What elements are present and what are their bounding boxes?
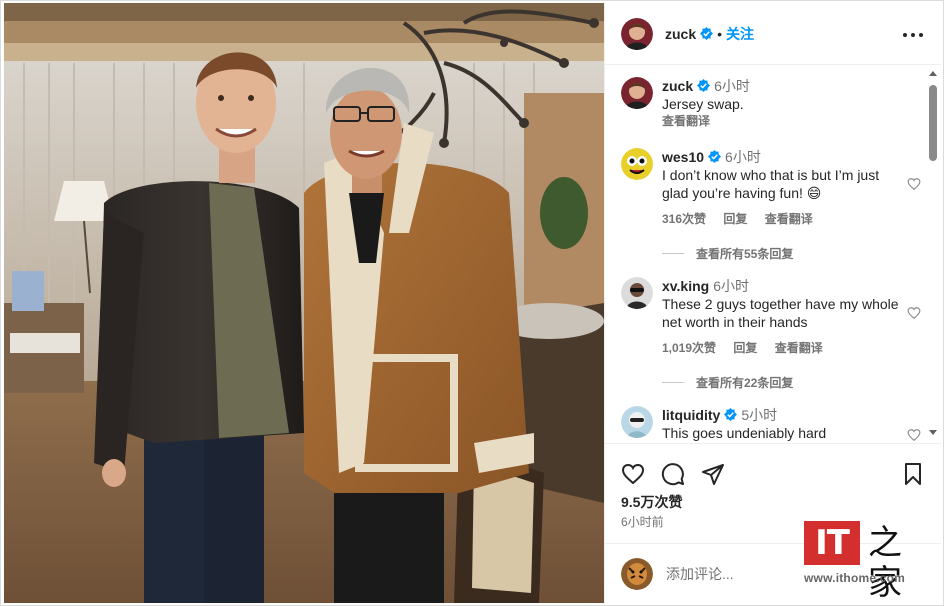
comment-meta: 316次赞 回复 查看翻译 (662, 211, 900, 227)
heart-icon[interactable] (621, 462, 645, 486)
comment-time[interactable]: 6小时 (725, 149, 761, 165)
comment-avatar[interactable] (621, 148, 653, 180)
avatar-image (621, 77, 653, 109)
comment-body: wes10 6小时 I don’t know who that is but I’… (662, 148, 900, 227)
comments-scrollbar[interactable] (927, 65, 939, 441)
scroll-up-arrow-icon[interactable] (929, 71, 937, 76)
watermark-url: www.ithome.com (804, 571, 906, 585)
caption-translate-link[interactable]: 查看翻译 (662, 113, 900, 129)
author-username[interactable]: zuck (665, 26, 696, 42)
post-photo[interactable] (4, 3, 604, 603)
replies-divider (662, 253, 684, 254)
post-details-panel: zuck • 关注 zuck 6小时 Jersey swap. 查看翻译 wes… (604, 3, 941, 603)
post-header: zuck • 关注 (605, 3, 941, 65)
comment-like-heart-icon[interactable] (907, 177, 921, 191)
caption: zuck 6小时 Jersey swap. 查看翻译 (621, 77, 921, 137)
send-icon[interactable] (701, 462, 725, 486)
caption-username[interactable]: zuck (662, 78, 693, 94)
comment-avatar[interactable] (621, 406, 653, 438)
comment-like-heart-icon[interactable] (907, 428, 921, 442)
comment-text: These 2 guys together have my whole net … (662, 296, 899, 330)
comment-likes[interactable]: 1,019次赞 (662, 341, 716, 355)
verified-badge-icon (708, 150, 722, 163)
caption-body: zuck 6小时 Jersey swap. 查看翻译 (662, 77, 900, 129)
comment-time[interactable]: 6小时 (713, 278, 749, 294)
comment-time[interactable]: 5小时 (741, 407, 777, 423)
comment-like-heart-icon[interactable] (907, 306, 921, 320)
translate-link[interactable]: 查看翻译 (765, 212, 813, 226)
caption-time[interactable]: 6小时 (714, 78, 750, 94)
view-replies-button[interactable]: 查看所有55条回复 (662, 245, 793, 262)
reply-button[interactable]: 回复 (733, 341, 757, 355)
comment-body: xv.king 6小时 These 2 guys together have my… (662, 277, 900, 356)
caption-avatar[interactable] (621, 77, 653, 109)
comment-avatar[interactable] (621, 277, 653, 309)
separator-dot: • (717, 25, 723, 42)
view-replies-button[interactable]: 查看所有22条回复 (662, 374, 793, 391)
avatar-image (621, 148, 653, 180)
view-replies-label: 查看所有22条回复 (696, 376, 794, 390)
author-avatar[interactable] (621, 17, 653, 50)
avatar-image (621, 277, 653, 309)
comment-text: This goes undeniably hard (662, 425, 827, 441)
more-horizontal-icon[interactable] (903, 25, 923, 45)
avatar-image (621, 17, 653, 50)
current-user-avatar (621, 558, 653, 590)
comment-username[interactable]: wes10 (662, 149, 704, 165)
translate-link[interactable]: 查看翻译 (775, 341, 823, 355)
ithome-watermark: IT 之家 www.ithome.com (804, 519, 928, 603)
comment-likes[interactable]: 316次赞 (662, 212, 706, 226)
comment-item: litquidity 5小时 This goes undeniably hard (621, 406, 921, 443)
comment-text: I don’t know who that is but I’m just gl… (662, 167, 880, 201)
comment-icon[interactable] (661, 462, 685, 486)
post-photo-illustration (4, 3, 604, 603)
caption-text: Jersey swap. (662, 96, 744, 112)
comment-body: litquidity 5小时 This goes undeniably hard (662, 406, 900, 442)
avatar-image (621, 558, 653, 590)
replies-divider (662, 382, 684, 383)
avatar-image (621, 406, 653, 438)
watermark-text: 之家 (868, 523, 902, 603)
comment-meta: 1,019次赞 回复 查看翻译 (662, 340, 900, 356)
watermark-logo: IT (804, 521, 860, 565)
comment-username[interactable]: xv.king (662, 278, 709, 294)
comment-username[interactable]: litquidity (662, 407, 720, 423)
verified-badge-icon (697, 79, 711, 92)
posted-time[interactable]: 6小时前 (621, 513, 664, 530)
follow-button[interactable]: 关注 (726, 24, 754, 44)
reply-button[interactable]: 回复 (723, 212, 747, 226)
verified-badge-icon (724, 408, 738, 421)
likes-count[interactable]: 9.5万次赞 (621, 492, 682, 512)
verified-badge-icon (700, 27, 714, 40)
scrollbar-thumb[interactable] (929, 85, 937, 161)
bookmark-icon[interactable] (901, 462, 925, 486)
comments-list[interactable]: zuck 6小时 Jersey swap. 查看翻译 wes10 6小时 I d… (605, 65, 941, 443)
view-replies-label: 查看所有55条回复 (696, 247, 794, 261)
scroll-down-arrow-icon[interactable] (929, 430, 937, 435)
